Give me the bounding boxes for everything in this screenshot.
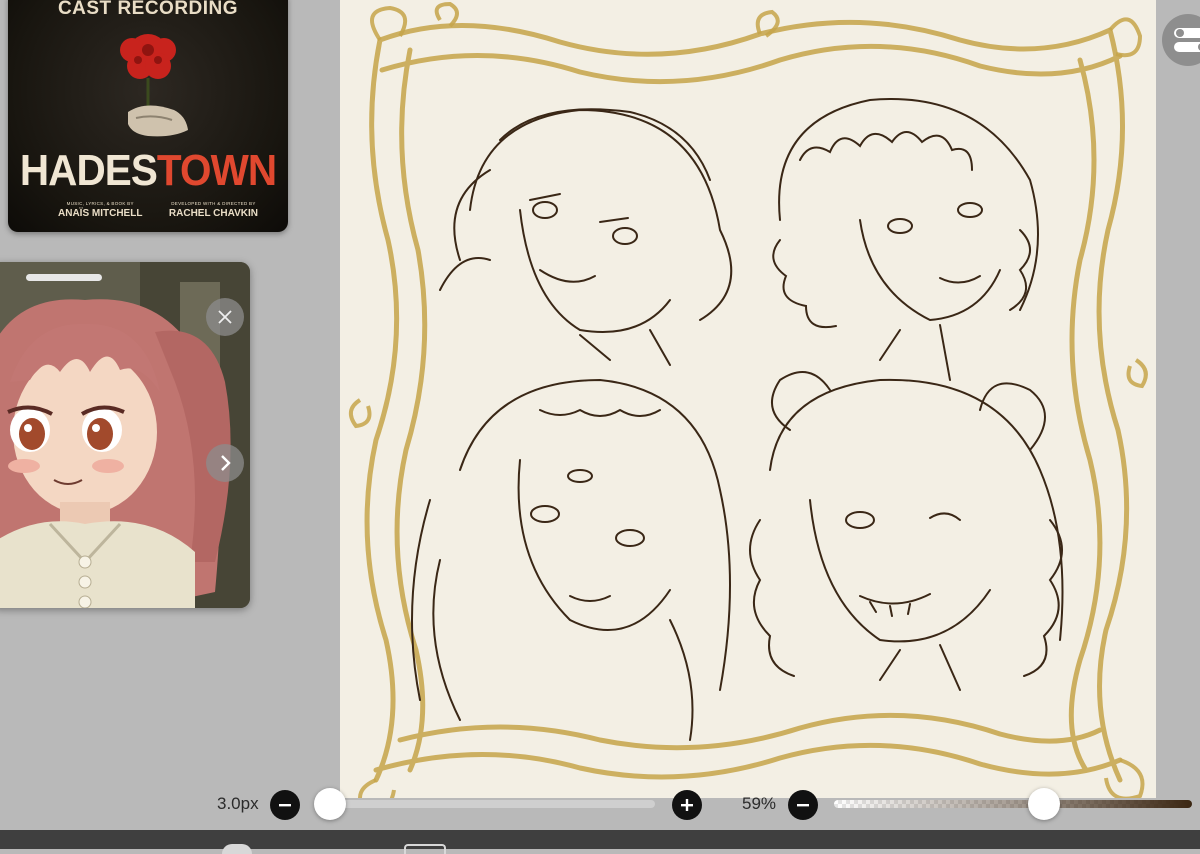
reference-image-window[interactable] xyxy=(0,262,250,608)
reference-album-cover[interactable]: CAST RECORDING HADESTOWN MUSIC, LYRICS, … xyxy=(8,0,288,232)
album-header: CAST RECORDING xyxy=(57,0,239,19)
tool-icon-partial-2[interactable] xyxy=(404,844,446,854)
minus-icon xyxy=(279,804,291,807)
close-icon xyxy=(218,310,232,324)
brush-size-label: 3.0px xyxy=(217,794,259,813)
opacity-decrease-button[interactable] xyxy=(788,790,818,820)
next-reference-button[interactable] xyxy=(206,444,244,482)
credit-right: DEVELOPED WITH & DIRECTED BY RACHEL CHAV… xyxy=(168,201,258,219)
close-reference-button[interactable] xyxy=(206,298,244,336)
artwork xyxy=(340,0,1156,798)
window-drag-handle[interactable] xyxy=(26,274,102,281)
minus-icon xyxy=(797,804,809,807)
layer-toggle-button[interactable] xyxy=(1162,14,1200,66)
brush-size-decrease-button[interactable] xyxy=(270,790,300,820)
album-credits: MUSIC, LYRICS, & BOOK BY ANAÏS MITCHELL … xyxy=(58,201,258,219)
credit-left: MUSIC, LYRICS, & BOOK BY ANAÏS MITCHELL xyxy=(58,201,143,219)
tool-icon-partial[interactable] xyxy=(222,844,252,854)
opacity-label: 59% xyxy=(742,794,777,813)
album-title: HADESTOWN xyxy=(19,146,277,195)
bottom-tool-bar xyxy=(0,830,1200,854)
brush-size-slider-thumb[interactable] xyxy=(314,788,346,820)
rose-image xyxy=(120,34,188,137)
brush-size-increase-button[interactable] xyxy=(672,790,702,820)
layer-toggle-icon xyxy=(1174,28,1200,52)
drawing-canvas[interactable] xyxy=(340,0,1156,798)
chevron-right-icon xyxy=(221,455,231,471)
brush-size-slider-track[interactable] xyxy=(330,800,655,808)
opacity-slider-track[interactable] xyxy=(834,800,1192,808)
opacity-slider-thumb[interactable] xyxy=(1028,788,1060,820)
plus-icon xyxy=(681,799,693,811)
